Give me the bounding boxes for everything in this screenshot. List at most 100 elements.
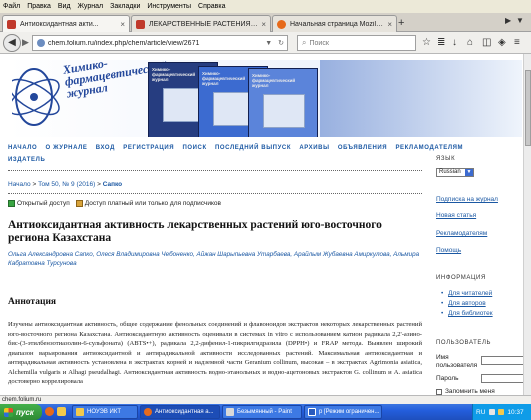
menu-file[interactable]: Файл — [3, 3, 20, 10]
tab-label: Антиоксидантная акти... — [20, 21, 99, 28]
tab-plants[interactable]: ЛЕКАРСТВЕННЫЕ РАСТЕНИЯ КА... × — [131, 15, 271, 32]
nav-home[interactable]: Начало — [8, 145, 37, 151]
cover-title: Химико- фармацевтический журнал — [202, 71, 246, 86]
journal-cover-image: Химико- фармацевтический журнал — [248, 68, 318, 137]
info-readers-link[interactable]: Для читателей — [441, 290, 492, 297]
tab-scroll-icon[interactable]: ▶ — [505, 16, 511, 25]
article-title: Антиоксидантная активность лекарственных… — [8, 219, 382, 244]
nav-advertisers[interactable]: Рекламодателям — [395, 145, 463, 151]
task-label: Антиоксидантная а... — [155, 409, 214, 415]
subscribe-link[interactable]: Подписка на журнал — [436, 196, 498, 203]
star-icon[interactable]: ☆ — [422, 38, 431, 48]
password-label: Пароль — [436, 375, 459, 382]
tab-label: ЛЕКАРСТВЕННЫЕ РАСТЕНИЯ КА... — [149, 20, 259, 28]
language-select[interactable]: Russian ▼ — [436, 168, 474, 177]
chevron-down-icon: ▼ — [465, 169, 473, 176]
tab-list-icon[interactable]: ▼ — [516, 16, 524, 25]
nav-login[interactable]: Вход — [96, 145, 115, 151]
site-favicon-icon — [136, 19, 145, 29]
folder-icon[interactable] — [57, 407, 66, 416]
address-bar[interactable]: chem.folium.ru/index.php/chem/article/vi… — [32, 35, 288, 51]
access-legend: Открытый доступ Доступ платный или тольк… — [8, 200, 221, 207]
task-label: НОУЭВ ИКТ — [87, 409, 122, 415]
breadcrumb: Начало > Том 50, № 9 (2016) > Сапко — [8, 181, 122, 188]
close-icon[interactable]: × — [387, 20, 392, 29]
library-icon[interactable]: ≣ — [437, 38, 445, 48]
nav-announcements[interactable]: Объявления — [338, 145, 387, 151]
info-authors-link[interactable]: Для авторов — [441, 300, 486, 307]
breadcrumb-home[interactable]: Начало — [8, 181, 31, 188]
menu-icon[interactable]: ≡ — [514, 38, 520, 48]
menu-help[interactable]: Справка — [198, 3, 225, 10]
network-icon[interactable] — [489, 409, 496, 415]
folder-icon — [76, 408, 84, 416]
info-libraries-link[interactable]: Для библиотек — [441, 310, 493, 317]
close-icon[interactable]: × — [120, 20, 125, 29]
volume-icon[interactable] — [498, 409, 505, 415]
firefox-icon — [144, 408, 152, 416]
task-label: р [Режим ограничен... — [319, 409, 380, 415]
nav-about[interactable]: О журнале — [46, 145, 88, 151]
task-firefox[interactable]: Антиоксидантная а... — [140, 405, 220, 419]
new-article-link[interactable]: Новая статья — [436, 212, 476, 219]
task-word[interactable]: р [Режим ограничен... — [304, 405, 382, 419]
close-icon[interactable]: × — [261, 20, 266, 29]
cover-title: Химико- фармацевтический журнал — [152, 67, 196, 82]
taskbar: пуск НОУЭВ ИКТ Антиоксидантная а... Безы… — [0, 404, 531, 420]
reload-icon[interactable]: ↻ — [278, 39, 284, 47]
menu-bookmarks[interactable]: Закладки — [110, 3, 140, 10]
journal-banner: Химико-фармацевтический журнал Химико- ф… — [8, 60, 522, 137]
nav-search[interactable]: Поиск — [182, 145, 206, 151]
divider — [8, 170, 422, 171]
tab-article[interactable]: Антиоксидантная акти... × — [2, 15, 130, 33]
language-indicator[interactable]: RU — [476, 409, 485, 416]
home-icon[interactable]: ⌂ — [467, 38, 473, 48]
download-icon[interactable]: ↓ — [452, 38, 457, 48]
word-icon — [308, 408, 316, 416]
remember-label: Запомнить меня — [445, 388, 495, 395]
nav-current-issue[interactable]: Последний выпуск — [215, 145, 291, 151]
site-favicon-icon — [7, 20, 16, 29]
paid-access-label: Доступ платный или только для подписчико… — [84, 200, 221, 207]
tab-strip: Антиоксидантная акти... × ЛЕКАРСТВЕННЫЕ … — [0, 13, 531, 33]
breadcrumb-current[interactable]: Сапко — [103, 181, 122, 188]
menu-edit[interactable]: Правка — [27, 3, 51, 10]
nav-archives[interactable]: Архивы — [299, 145, 329, 151]
cover-illustration — [263, 94, 305, 128]
page-scrollbar[interactable] — [523, 54, 531, 395]
shield-icon[interactable]: ◈ — [498, 38, 506, 48]
info-heading: Информация — [436, 275, 486, 281]
task-nouev-ikt[interactable]: НОУЭВ ИКТ — [72, 405, 138, 419]
back-button[interactable]: ◀ — [3, 34, 21, 52]
advertisers-link[interactable]: Рекламодателям — [436, 230, 487, 237]
tab-mozilla-home[interactable]: Начальная страница Mozilla ... × — [272, 15, 397, 32]
menu-view[interactable]: Вид — [58, 3, 71, 10]
abstract-text: Изучены антиоксидантная активность, обще… — [8, 321, 422, 385]
breadcrumb-issue[interactable]: Том 50, № 9 (2016) — [38, 181, 95, 188]
nav-register[interactable]: Регистрация — [123, 145, 174, 151]
journal-title: Химико-фармацевтический журнал — [61, 60, 169, 101]
search-icon: ⌕ — [302, 38, 307, 47]
firefox-icon — [277, 19, 286, 29]
forward-button[interactable]: ▶ — [22, 37, 29, 48]
new-tab-icon[interactable]: + — [398, 17, 404, 29]
scrollbar-thumb[interactable] — [525, 70, 531, 146]
firefox-icon[interactable] — [45, 407, 54, 416]
banner-gradient — [320, 60, 522, 137]
task-paint[interactable]: Безымянный - Paint — [222, 405, 302, 419]
start-button[interactable]: пуск — [0, 404, 42, 420]
article-authors[interactable]: Ольга Александровна Сапко, Олеся Владими… — [8, 250, 422, 268]
clock: 10:37 — [507, 408, 524, 416]
menu-history[interactable]: Журнал — [78, 3, 104, 10]
search-placeholder: Поиск — [309, 39, 329, 47]
nav-publisher[interactable]: Издатель — [8, 157, 45, 163]
open-access-icon — [8, 200, 15, 207]
help-link[interactable]: Помощь — [436, 247, 461, 254]
url-text[interactable]: chem.folium.ru/index.php/chem/article/vi… — [48, 40, 262, 47]
menu-tools[interactable]: Инструменты — [147, 3, 191, 10]
dropdown-arrow-icon[interactable]: ▼ — [265, 40, 272, 47]
pocket-icon[interactable]: ◫ — [482, 38, 491, 48]
divider — [8, 193, 422, 194]
user-heading: Пользователь — [436, 340, 492, 346]
search-bar[interactable]: ⌕ Поиск — [297, 35, 416, 51]
